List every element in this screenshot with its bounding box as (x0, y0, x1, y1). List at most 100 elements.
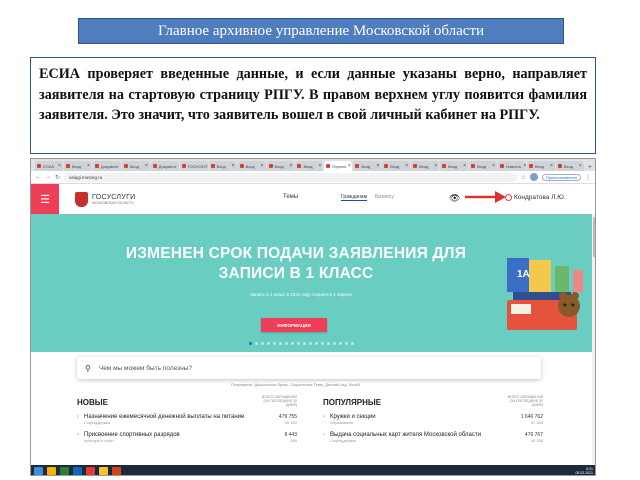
site-logo[interactable]: ГОСУСЛУГИ МОСКОВСКАЯ ОБЛАСТЬ (75, 191, 136, 207)
role-business[interactable]: Бизнесу (375, 194, 394, 201)
tab-close-icon[interactable]: × (58, 163, 61, 169)
explorer-icon[interactable] (47, 467, 56, 475)
service-row[interactable]: › Присвоение спортивных разрядов Культура … (77, 432, 297, 443)
banner-dot[interactable] (279, 342, 282, 345)
tab-label: Вход (71, 163, 81, 169)
tab-close-icon[interactable]: × (579, 163, 582, 169)
forward-icon[interactable]: → (45, 174, 51, 180)
banner-dot[interactable] (309, 342, 312, 345)
star-icon[interactable]: ☆ (521, 174, 526, 181)
browser-tab[interactable]: Вход × (555, 161, 584, 171)
tab-favicon-icon (65, 164, 70, 168)
word-icon[interactable] (73, 467, 82, 475)
tab-close-icon[interactable]: × (261, 163, 264, 169)
tab-close-icon[interactable]: × (405, 163, 408, 169)
user-profile-link[interactable]: Кондратова Л.Ю. (505, 194, 566, 201)
browser-tab[interactable]: Вход × (469, 161, 497, 171)
tab-close-icon[interactable]: × (145, 163, 148, 169)
menu-dots-icon[interactable]: ⋮ (585, 174, 591, 181)
back-icon[interactable]: ← (35, 174, 41, 180)
slide-header: Главное архивное управление Московской о… (78, 18, 564, 44)
banner-dot[interactable] (345, 342, 348, 345)
excel-icon[interactable] (60, 467, 69, 475)
service-row[interactable]: › Кружки и секции Образование 1 646 762 97 2… (323, 414, 543, 425)
service-row[interactable]: › Назначение ежемесячной денежной выплаты… (77, 414, 297, 425)
browser-red-icon[interactable] (86, 467, 95, 475)
tab-close-icon[interactable]: × (550, 163, 553, 169)
banner-dot[interactable] (273, 342, 276, 345)
user-icon (505, 194, 512, 201)
banner-dot[interactable] (351, 342, 354, 345)
service-department: Соцподдержка (84, 421, 111, 425)
banner-dot[interactable] (321, 342, 324, 345)
banner-dot[interactable] (303, 342, 306, 345)
tab-close-icon[interactable]: × (376, 163, 379, 169)
browser-tab[interactable]: Документ× (150, 161, 179, 171)
browser-tab[interactable]: Документ× (92, 161, 121, 171)
banner-info-button[interactable]: ИНФОРМАЦИЯ (261, 318, 327, 332)
themes-link[interactable]: Темы (283, 194, 298, 200)
popular-services-stat-label: ВСЕГО ОБРАЩЕНИЙ (ЗА ПОСЛЕДНИЕ 30 ДНЕЙ) (507, 395, 543, 407)
tab-close-icon[interactable]: × (290, 163, 293, 169)
browser-tab[interactable]: Вход × (382, 161, 411, 171)
browser-tab[interactable]: Вход × (440, 161, 469, 171)
browser-tab[interactable]: Вход × (63, 161, 92, 171)
browser-tab[interactable]: Вход × (353, 161, 382, 171)
tab-label: Вход (477, 163, 487, 169)
chrome-icon[interactable] (99, 467, 108, 475)
url-field[interactable]: uslugi.mosreg.ru (64, 172, 517, 182)
profile-icon[interactable] (529, 173, 538, 181)
user-name: Кондратова Л.Ю. (514, 194, 566, 201)
service-department: Соцподдержка (330, 439, 357, 443)
browser-tab[interactable]: Вход × (526, 161, 555, 171)
service-row[interactable]: › Выдача социальных карт жителя Московско… (323, 432, 543, 443)
tab-close-icon[interactable]: × (348, 163, 351, 169)
tab-close-icon[interactable]: × (492, 163, 495, 169)
banner-dot[interactable] (261, 342, 264, 345)
banner-title: ИЗМЕНЕН СРОК ПОДАЧИ ЗАЯВЛЕНИЯ ДЛЯ ЗАПИСИ… (125, 245, 467, 282)
tab-close-icon[interactable]: × (434, 163, 437, 169)
banner-dot[interactable] (297, 342, 300, 345)
tab-favicon-icon (471, 164, 476, 168)
popular-queries[interactable]: Популярное: Дошкольное бронь, Социальные… (231, 383, 360, 387)
reload-icon[interactable]: ↻ (55, 174, 60, 181)
new-tab-icon[interactable]: + (585, 164, 595, 171)
browser-tab[interactable]: Портал × (324, 161, 353, 171)
chevron-right-icon: › (77, 432, 79, 438)
site-search[interactable]: ⚲ Чем мы можем быть полезны? (77, 357, 541, 379)
banner-dot[interactable] (267, 342, 270, 345)
tab-close-icon[interactable]: × (463, 163, 466, 169)
tab-close-icon[interactable]: × (87, 163, 90, 169)
powerpoint-icon[interactable] (112, 467, 121, 475)
menu-burger-icon[interactable]: ☰ (31, 184, 59, 214)
low-vision-icon[interactable]: 👁 (449, 193, 460, 204)
start-button-icon[interactable] (34, 467, 43, 475)
logo-title: ГОСУСЛУГИ (92, 193, 136, 201)
banner-dot[interactable] (327, 342, 330, 345)
banner-dot[interactable] (291, 342, 294, 345)
banner-dot[interactable] (315, 342, 318, 345)
browser-tab[interactable]: Вход × (208, 161, 237, 171)
page-scrollbar-thumb[interactable] (593, 217, 595, 257)
banner-dot[interactable] (285, 342, 288, 345)
browser-tab[interactable]: Вход × (411, 161, 440, 171)
browser-tab[interactable]: Вход × (121, 161, 150, 171)
browser-tab[interactable]: Новость× (498, 161, 526, 171)
tab-close-icon[interactable]: × (523, 163, 526, 169)
browser-tab[interactable]: Вход × (266, 161, 295, 171)
role-citizens[interactable]: Гражданам (341, 194, 368, 201)
tab-close-icon[interactable]: × (318, 163, 321, 169)
banner-dot[interactable] (339, 342, 342, 345)
browser-tab[interactable]: ГОСУСЛУГИ× (179, 161, 208, 171)
banner-dot[interactable] (249, 342, 252, 345)
sync-button[interactable]: Приостановлено (541, 173, 581, 181)
tab-favicon-icon (210, 164, 215, 168)
browser-tab[interactable]: Вход × (237, 161, 266, 171)
banner-dot[interactable] (333, 342, 336, 345)
banner-dot[interactable] (255, 342, 258, 345)
browser-tab[interactable]: ЕСИА × (35, 161, 63, 171)
service-recent-count: 558 (290, 438, 297, 443)
browser-tab[interactable]: Вход × (295, 161, 324, 171)
tab-close-icon[interactable]: × (232, 163, 235, 169)
service-recent-count: 40 338 (530, 438, 543, 443)
